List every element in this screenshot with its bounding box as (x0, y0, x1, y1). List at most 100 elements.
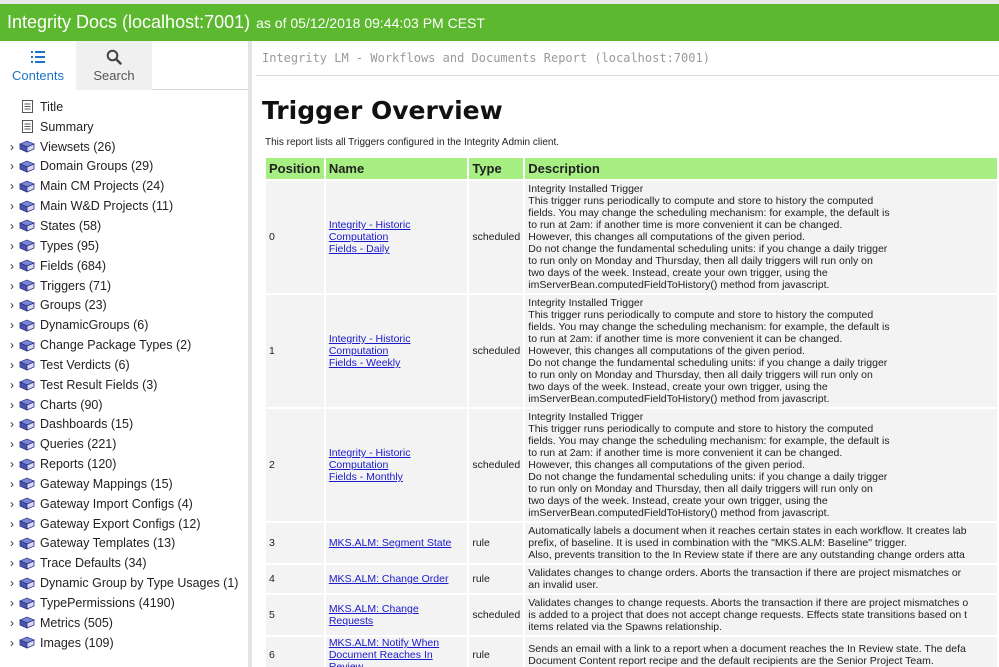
position-cell: 6 (266, 637, 324, 667)
tree-item[interactable]: › States (58) (0, 216, 250, 236)
tree-item-label: Triggers (71) (40, 278, 112, 293)
tree-item[interactable]: › Types (95) (0, 236, 250, 256)
tree-item[interactable]: › Images (109) (0, 633, 250, 653)
trigger-link[interactable]: MKS.ALM: Segment State (329, 537, 465, 549)
tree-item[interactable]: › Charts (90) (0, 395, 250, 415)
tree-item[interactable]: › Trace Defaults (34) (0, 553, 250, 573)
chevron-right-icon[interactable]: › (7, 318, 17, 332)
tree-item[interactable]: › Gateway Export Configs (12) (0, 514, 250, 534)
chevron-right-icon[interactable]: › (7, 517, 17, 531)
tree-item[interactable]: › Main CM Projects (24) (0, 176, 250, 196)
description-line: Do not change the fundamental scheduling… (528, 471, 888, 483)
chevron-right-icon[interactable]: › (7, 536, 17, 550)
chevron-right-icon[interactable]: › (7, 477, 17, 491)
description-line: to run only on Monday and Thursday, then… (528, 369, 873, 381)
tree-item[interactable]: › Gateway Mappings (15) (0, 474, 250, 494)
tree-item-label: Dynamic Group by Type Usages (1) (40, 576, 239, 591)
tree-item[interactable]: › Triggers (71) (0, 276, 250, 296)
book-icon (18, 338, 36, 352)
description-line: Do not change the fundamental scheduling… (528, 243, 888, 255)
description-line: fields. You may change the scheduling me… (528, 435, 890, 447)
trigger-link[interactable]: MKS.ALM: Change Requests (329, 603, 465, 627)
description-line: However, this changes all computations o… (528, 459, 805, 471)
name-cell: Integrity - Historic Computation Fields -… (325, 409, 468, 521)
trigger-link[interactable]: Integrity - Historic Computation Fields -… (329, 447, 465, 483)
chevron-right-icon[interactable]: › (7, 556, 17, 570)
tree-item-label: Test Verdicts (6) (40, 357, 130, 372)
chevron-right-icon[interactable]: › (7, 398, 17, 412)
tree-item-label: Viewsets (26) (40, 139, 116, 154)
tree-item[interactable]: › Main W&D Projects (11) (0, 196, 250, 216)
chevron-right-icon[interactable]: › (7, 159, 17, 173)
tree-item[interactable]: › Queries (221) (0, 434, 250, 454)
description-line: to run only on Monday and Thursday, then… (528, 255, 873, 267)
description-cell: Integrity Installed Trigger This trigger … (525, 409, 997, 521)
chevron-right-icon[interactable]: › (7, 199, 17, 213)
tree-item-label: Gateway Templates (13) (40, 536, 176, 551)
tree-item-label: Reports (120) (40, 457, 117, 472)
tree-item[interactable]: › Test Result Fields (3) (0, 375, 250, 395)
tree-item-label: Gateway Export Configs (12) (40, 516, 201, 531)
type-cell: scheduled (469, 295, 524, 407)
description-line: However, this changes all computations o… (528, 231, 805, 243)
trigger-link-text: Fields - Weekly (328, 357, 401, 369)
title-bar: Integrity Docs (localhost:7001) as of 05… (0, 0, 999, 41)
chevron-right-icon[interactable]: › (7, 497, 17, 511)
table-row: 6 MKS.ALM: Notify When Document Reaches In… (266, 637, 997, 667)
tree-item[interactable]: › Change Package Types (2) (0, 335, 250, 355)
tree-item[interactable]: › Metrics (505) (0, 613, 250, 633)
type-cell: scheduled (469, 595, 524, 635)
table-row: 4 MKS.ALM: Change Order rule Validates chan… (266, 565, 997, 593)
tree-item[interactable]: › TypePermissions (4190) (0, 593, 250, 613)
chevron-right-icon[interactable]: › (7, 338, 17, 352)
chevron-right-icon[interactable]: › (7, 636, 17, 650)
table-row: 0 Integrity - Historic Computation Fields … (266, 181, 997, 293)
tree-item[interactable]: › Gateway Templates (13) (0, 534, 250, 554)
book-icon (18, 437, 36, 451)
tree-item[interactable]: › Dynamic Group by Type Usages (1) (0, 573, 250, 593)
chevron-right-icon[interactable]: › (7, 378, 17, 392)
trigger-link[interactable]: MKS.ALM: Change Order (329, 573, 465, 585)
description-line: fields. You may change the scheduling me… (528, 321, 890, 333)
description-line: This trigger runs periodically to comput… (528, 195, 874, 207)
chevron-right-icon[interactable]: › (7, 239, 17, 253)
chevron-right-icon[interactable]: › (7, 358, 17, 372)
tree-item[interactable]: › DynamicGroups (6) (0, 315, 250, 335)
tree-item[interactable]: Summary (0, 117, 250, 137)
tree-item[interactable]: › Dashboards (15) (0, 415, 250, 435)
chevron-right-icon[interactable]: › (7, 279, 17, 293)
tab-search[interactable]: Search (76, 41, 152, 90)
trigger-link[interactable]: Integrity - Historic Computation Fields -… (329, 333, 465, 369)
description-cell: Validates changes to change requests. Ab… (525, 595, 997, 635)
position-cell: 4 (266, 565, 324, 593)
tree-item[interactable]: › Viewsets (26) (0, 137, 250, 157)
tree-item[interactable]: › Groups (23) (0, 295, 250, 315)
tree-item-label: Main CM Projects (24) (40, 179, 165, 194)
chevron-right-icon[interactable]: › (7, 596, 17, 610)
name-cell: MKS.ALM: Segment State (325, 523, 468, 563)
tree-item[interactable]: › Fields (684) (0, 256, 250, 276)
chevron-right-icon[interactable]: › (7, 259, 17, 273)
chevron-right-icon[interactable]: › (7, 140, 17, 154)
chevron-right-icon[interactable]: › (7, 457, 17, 471)
tab-contents[interactable]: Contents (0, 41, 76, 90)
tree-item[interactable]: › Domain Groups (29) (0, 157, 250, 177)
tree-item[interactable]: Title (0, 97, 250, 117)
description-line: to run at 2am: if another time is more c… (528, 219, 843, 231)
chevron-right-icon[interactable]: › (7, 417, 17, 431)
trigger-link[interactable]: Integrity - Historic Computation Fields -… (329, 219, 465, 255)
chevron-right-icon[interactable]: › (7, 576, 17, 590)
tree-item[interactable]: › Test Verdicts (6) (0, 355, 250, 375)
chevron-right-icon[interactable]: › (7, 437, 17, 451)
description-cell: Validates changes to change orders. Abor… (525, 565, 997, 593)
name-cell: MKS.ALM: Change Order (325, 565, 468, 593)
chevron-right-icon[interactable]: › (7, 179, 17, 193)
chevron-right-icon[interactable]: › (7, 616, 17, 630)
chevron-right-icon[interactable]: › (7, 298, 17, 312)
trigger-link[interactable]: MKS.ALM: Notify When Document Reaches In … (329, 637, 465, 667)
tree-item[interactable]: › Gateway Import Configs (4) (0, 494, 250, 514)
tree-item-label: Fields (684) (40, 258, 106, 273)
tree-item[interactable]: › Reports (120) (0, 454, 250, 474)
chevron-right-icon[interactable]: › (7, 219, 17, 233)
tree-item-label: Dashboards (15) (40, 417, 134, 432)
